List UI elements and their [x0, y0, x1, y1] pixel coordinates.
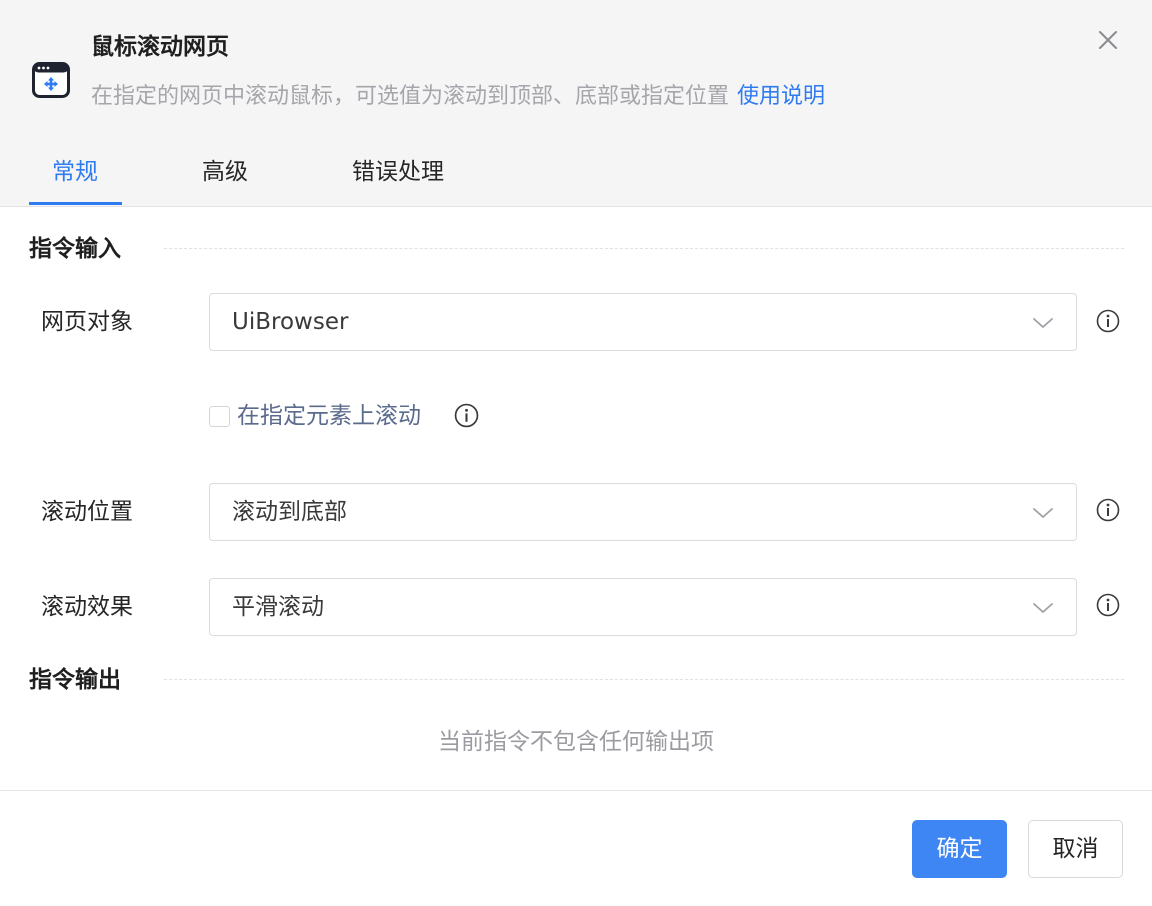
help-link[interactable]: 使用说明 — [737, 84, 825, 109]
close-icon[interactable] — [1094, 26, 1122, 54]
input-section-divider — [164, 248, 1124, 249]
dialog-header: 鼠标滚动网页 在指定的网页中滚动鼠标，可选值为滚动到顶部、底部或指定位置 使用说明… — [0, 0, 1152, 207]
scroll-effect-select[interactable]: 平滑滚动 — [209, 578, 1077, 636]
browser-object-select[interactable]: UiBrowser — [209, 293, 1077, 351]
info-icon[interactable] — [1096, 498, 1120, 522]
scroll-on-element-label: 在指定元素上滚动 — [237, 403, 421, 429]
cancel-button[interactable]: 取消 — [1028, 820, 1123, 878]
dialog-subtitle: 在指定的网页中滚动鼠标，可选值为滚动到顶部、底部或指定位置 使用说明 — [91, 82, 825, 112]
scroll-effect-value: 平滑滚动 — [232, 594, 324, 620]
tab-error-handling[interactable]: 错误处理 — [352, 150, 444, 207]
browser-object-label: 网页对象 — [41, 309, 133, 335]
scroll-position-value: 滚动到底部 — [232, 499, 347, 525]
tab-general[interactable]: 常规 — [52, 150, 98, 207]
chevron-down-icon — [1033, 603, 1053, 613]
info-icon[interactable] — [1096, 593, 1120, 617]
tab-bar: 常规 高级 错误处理 — [0, 150, 600, 207]
tab-advanced[interactable]: 高级 — [202, 150, 248, 207]
dialog-description: 在指定的网页中滚动鼠标，可选值为滚动到顶部、底部或指定位置 — [91, 84, 730, 109]
output-section-title: 指令输出 — [29, 667, 121, 693]
scroll-effect-label: 滚动效果 — [41, 594, 133, 620]
confirm-button[interactable]: 确定 — [912, 820, 1007, 878]
output-section-divider — [164, 679, 1124, 680]
empty-output-message: 当前指令不包含任何输出项 — [438, 729, 714, 755]
chevron-down-icon — [1033, 318, 1053, 328]
browser-object-value: UiBrowser — [232, 309, 349, 335]
browser-scroll-icon — [32, 62, 70, 98]
footer-divider — [0, 790, 1152, 791]
info-icon[interactable] — [1096, 309, 1120, 333]
scroll-on-element-option[interactable]: 在指定元素上滚动 — [209, 400, 509, 432]
scroll-webpage-dialog: 鼠标滚动网页 在指定的网页中滚动鼠标，可选值为滚动到顶部、底部或指定位置 使用说明… — [0, 0, 1152, 906]
scroll-position-label: 滚动位置 — [41, 499, 133, 525]
chevron-down-icon — [1033, 508, 1053, 518]
scroll-on-element-checkbox[interactable] — [209, 406, 230, 427]
scroll-position-select[interactable]: 滚动到底部 — [209, 483, 1077, 541]
active-tab-indicator — [29, 202, 122, 205]
info-icon[interactable] — [454, 403, 479, 428]
input-section-title: 指令输入 — [29, 236, 121, 262]
dialog-title: 鼠标滚动网页 — [91, 34, 229, 60]
